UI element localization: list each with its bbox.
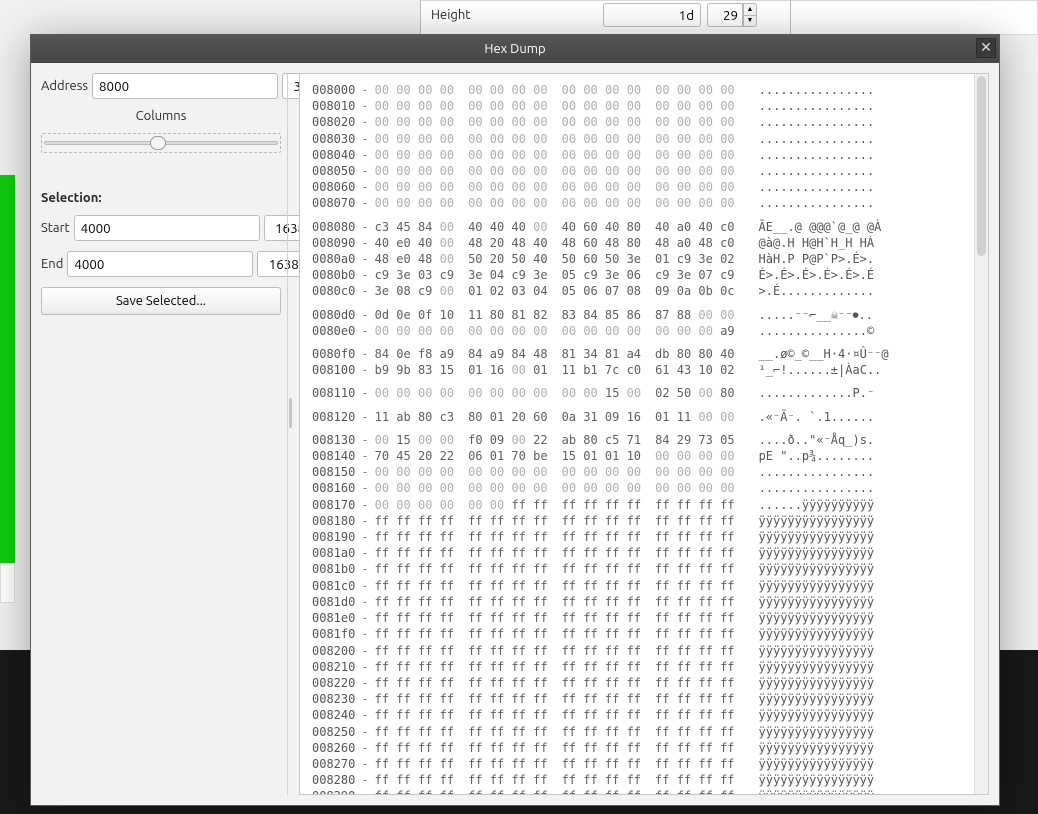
hex-row[interactable]: 0080a0-48 e0 48 0050 20 50 4050 60 50 3e… [312, 251, 966, 267]
hex-row[interactable]: 008010-00 00 00 0000 00 00 0000 00 00 00… [312, 98, 966, 114]
hex-row[interactable]: 0080b0-c9 3e 03 c93e 04 c9 3e05 c9 3e 06… [312, 267, 966, 283]
hex-row[interactable]: 008040-00 00 00 0000 00 00 0000 00 00 00… [312, 147, 966, 163]
height-step-down-button[interactable]: ▼ [743, 15, 757, 27]
selection-section-label: Selection: [41, 191, 281, 205]
hex-row[interactable]: 008230-ff ff ff ffff ff ff ffff ff ff ff… [312, 691, 966, 707]
dialog-title: Hex Dump [484, 42, 545, 56]
start-hex-input[interactable] [74, 215, 260, 241]
hex-row[interactable]: 008020-00 00 00 0000 00 00 0000 00 00 00… [312, 114, 966, 130]
hex-row[interactable]: 008260-ff ff ff ffff ff ff ffff ff ff ff… [312, 740, 966, 756]
hex-row[interactable]: 008170-00 00 00 0000 00 ff ffff ff ff ff… [312, 497, 966, 513]
scrollbar-thumb[interactable] [977, 76, 986, 256]
hex-row[interactable]: 0081f0-ff ff ff ffff ff ff ffff ff ff ff… [312, 626, 966, 642]
background-white-strip [0, 563, 15, 603]
hex-row[interactable]: 008190-ff ff ff ffff ff ff ffff ff ff ff… [312, 529, 966, 545]
hex-view: 008000-00 00 00 0000 00 00 0000 00 00 00… [299, 73, 989, 795]
hex-row[interactable]: 008060-00 00 00 0000 00 00 0000 00 00 00… [312, 179, 966, 195]
background-green-strip [0, 175, 15, 563]
hex-row[interactable]: 008150-00 00 00 0000 00 00 0000 00 00 00… [312, 464, 966, 480]
close-icon[interactable]: ✕ [976, 38, 996, 58]
hex-row[interactable]: 0080e0-00 00 00 0000 00 00 0000 00 00 00… [312, 323, 966, 339]
hex-row[interactable]: 008240-ff ff ff ffff ff ff ffff ff ff ff… [312, 707, 966, 723]
hex-row[interactable]: 008180-ff ff ff ffff ff ff ffff ff ff ff… [312, 513, 966, 529]
columns-label: Columns [41, 109, 281, 123]
hex-row[interactable]: 008140-70 45 20 2206 01 70 be15 01 01 10… [312, 448, 966, 464]
hex-row[interactable]: 008090-40 e0 40 0048 20 48 4048 60 48 80… [312, 235, 966, 251]
columns-slider[interactable] [44, 140, 278, 146]
columns-slider-wrap [41, 133, 281, 153]
hex-dump-dialog: Hex Dump ✕ Address ▲ ▼ Columns Selection… [30, 34, 1000, 806]
hex-row[interactable]: 0081c0-ff ff ff ffff ff ff ffff ff ff ff… [312, 578, 966, 594]
hex-row[interactable]: 008070-00 00 00 0000 00 00 0000 00 00 00… [312, 195, 966, 211]
hex-row[interactable]: 008130-00 15 00 00f0 09 00 22ab 80 c5 71… [312, 432, 966, 448]
hex-row[interactable]: 008210-ff ff ff ffff ff ff ffff ff ff ff… [312, 659, 966, 675]
hex-row[interactable]: 0080d0-0d 0e 0f 1011 80 81 8283 84 85 86… [312, 307, 966, 323]
height-step-up-button[interactable]: ▲ [743, 3, 757, 15]
end-label: End [41, 257, 63, 271]
dialog-titlebar[interactable]: Hex Dump ✕ [31, 35, 999, 63]
hex-row[interactable]: 008030-00 00 00 0000 00 00 0000 00 00 00… [312, 131, 966, 147]
address-hex-input[interactable] [92, 73, 278, 99]
hex-row[interactable]: 0081e0-ff ff ff ffff ff ff ffff ff ff ff… [312, 610, 966, 626]
end-hex-input[interactable] [67, 251, 253, 277]
hex-row[interactable]: 008200-ff ff ff ffff ff ff ffff ff ff ff… [312, 643, 966, 659]
hex-row[interactable]: 0081a0-ff ff ff ffff ff ff ffff ff ff ff… [312, 545, 966, 561]
height-spinner: ▲ ▼ [707, 3, 757, 27]
start-label: Start [41, 221, 70, 235]
hex-row[interactable]: 008000-00 00 00 0000 00 00 0000 00 00 00… [312, 82, 966, 98]
hex-row[interactable]: 0080c0-3e 08 c9 0001 02 03 0405 06 07 08… [312, 283, 966, 299]
hex-row[interactable]: 0081b0-ff ff ff ffff ff ff ffff ff ff ff… [312, 561, 966, 577]
height-label: Height [425, 4, 603, 26]
address-label: Address [41, 79, 88, 93]
hex-row[interactable]: 0081d0-ff ff ff ffff ff ff ffff ff ff ff… [312, 594, 966, 610]
hex-row[interactable]: 0080f0-84 0e f8 a984 a9 84 4881 34 81 a4… [312, 346, 966, 362]
hex-row[interactable]: 008220-ff ff ff ffff ff ff ffff ff ff ff… [312, 675, 966, 691]
hex-content[interactable]: 008000-00 00 00 0000 00 00 0000 00 00 00… [300, 74, 974, 794]
hex-row[interactable]: 008290-ff ff ff ffff ff ff ffff ff ff ff… [312, 788, 966, 794]
height-hex-input[interactable] [603, 3, 701, 27]
save-selected-button[interactable]: Save Selected... [41, 287, 281, 315]
hex-row[interactable]: 008250-ff ff ff ffff ff ff ffff ff ff ff… [312, 724, 966, 740]
hex-row[interactable]: 008160-00 00 00 0000 00 00 0000 00 00 00… [312, 480, 966, 496]
vertical-scrollbar[interactable] [974, 74, 988, 794]
hex-row[interactable]: 008080-c3 45 84 0040 40 40 0040 60 40 80… [312, 219, 966, 235]
hex-row[interactable]: 008100-b9 9b 83 1501 16 00 0111 b1 7c c0… [312, 362, 966, 378]
pane-splitter[interactable] [287, 73, 293, 795]
height-dec-input[interactable] [707, 3, 743, 27]
hex-row[interactable]: 008120-11 ab 80 c380 01 20 600a 31 09 16… [312, 409, 966, 425]
property-row-height: Height ▲ ▼ [425, 3, 757, 27]
controls-pane: Address ▲ ▼ Columns Selection: Start ▲ [41, 73, 281, 795]
hex-row[interactable]: 008110-00 00 00 0000 00 00 0000 00 15 00… [312, 385, 966, 401]
hex-row[interactable]: 008280-ff ff ff ffff ff ff ffff ff ff ff… [312, 772, 966, 788]
hex-row[interactable]: 008050-00 00 00 0000 00 00 0000 00 00 00… [312, 163, 966, 179]
hex-row[interactable]: 008270-ff ff ff ffff ff ff ffff ff ff ff… [312, 756, 966, 772]
